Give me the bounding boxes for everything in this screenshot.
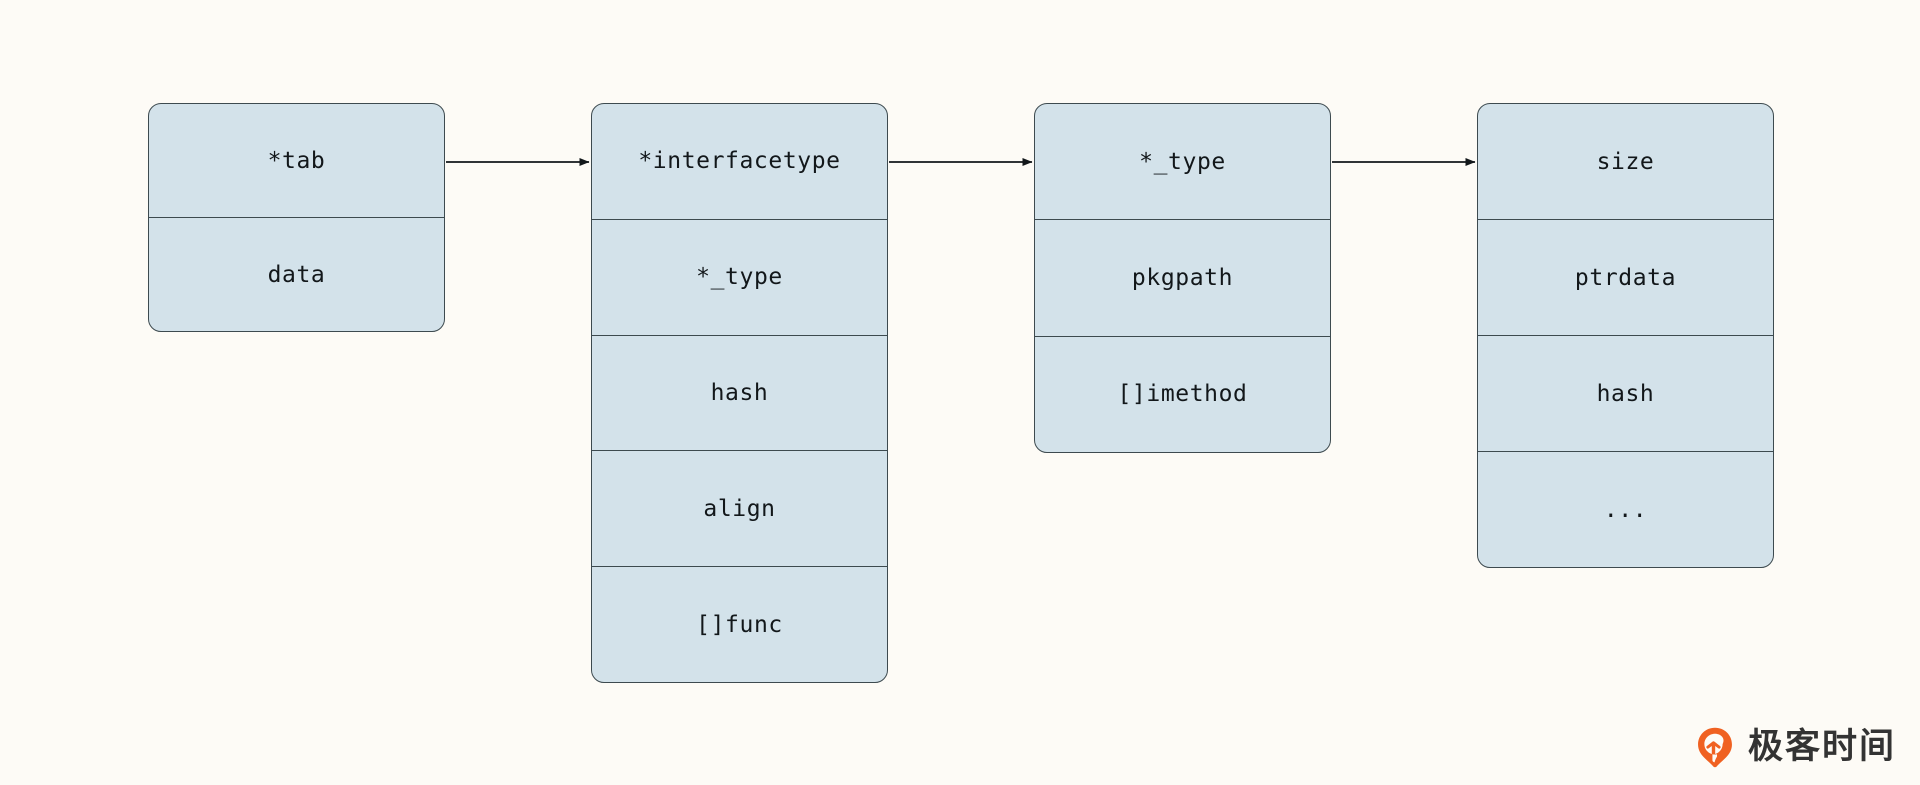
brand-watermark: 极客时间	[1693, 725, 1896, 769]
struct-box-rtype[interactable]: size ptrdata hash ...	[1477, 103, 1774, 568]
field-row[interactable]: *_type	[1035, 104, 1330, 221]
field-row[interactable]: hash	[592, 336, 887, 452]
field-row[interactable]: *tab	[149, 104, 444, 218]
field-row[interactable]: ptrdata	[1478, 220, 1773, 336]
field-row[interactable]: []imethod	[1035, 337, 1330, 452]
field-row[interactable]: data	[149, 218, 444, 331]
field-row[interactable]: ...	[1478, 452, 1773, 567]
field-row[interactable]: pkgpath	[1035, 220, 1330, 337]
field-row[interactable]: size	[1478, 104, 1773, 220]
diagram-canvas: *tab data *interfacetype *_type hash ali…	[0, 0, 1920, 785]
field-row[interactable]: []func	[592, 567, 887, 682]
struct-box-itab[interactable]: *interfacetype *_type hash align []func	[591, 103, 888, 683]
field-row[interactable]: *interfacetype	[592, 104, 887, 220]
struct-box-iface[interactable]: *tab data	[148, 103, 445, 332]
field-row[interactable]: align	[592, 451, 887, 568]
struct-box-interfacetype[interactable]: *_type pkgpath []imethod	[1034, 103, 1331, 453]
field-row[interactable]: hash	[1478, 336, 1773, 452]
geektime-logo-icon	[1698, 727, 1732, 768]
field-row[interactable]: *_type	[592, 220, 887, 336]
brand-name: 极客时间	[1747, 726, 1896, 767]
